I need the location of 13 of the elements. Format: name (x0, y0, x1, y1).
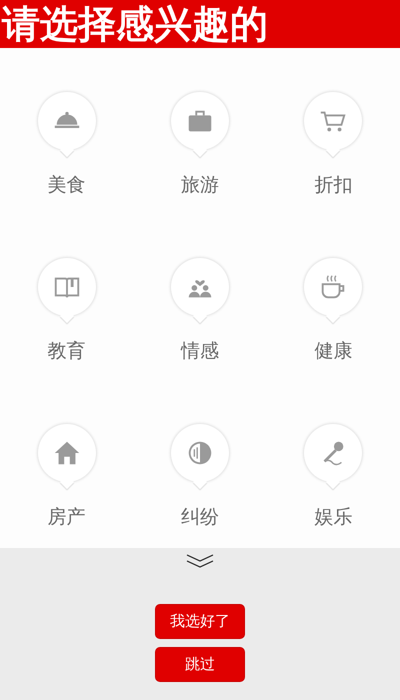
action-button[interactable]: 我选好了 (155, 604, 245, 639)
page-title: 请选择感兴趣的 (2, 2, 268, 46)
category-label: 折扣 (314, 173, 352, 198)
category-label: 美食 (48, 173, 86, 198)
category-label: 纠纷 (180, 505, 219, 530)
category-label: 教育 (48, 339, 86, 364)
category-label: 健康 (314, 339, 352, 364)
category-label: 娱乐 (314, 505, 352, 530)
double-chevron-icon[interactable] (186, 554, 214, 568)
category-label: 旅游 (180, 173, 219, 198)
category-label: 情感 (180, 339, 219, 364)
category-label: 房产 (48, 505, 86, 530)
action-button[interactable]: 跳过 (155, 647, 245, 682)
